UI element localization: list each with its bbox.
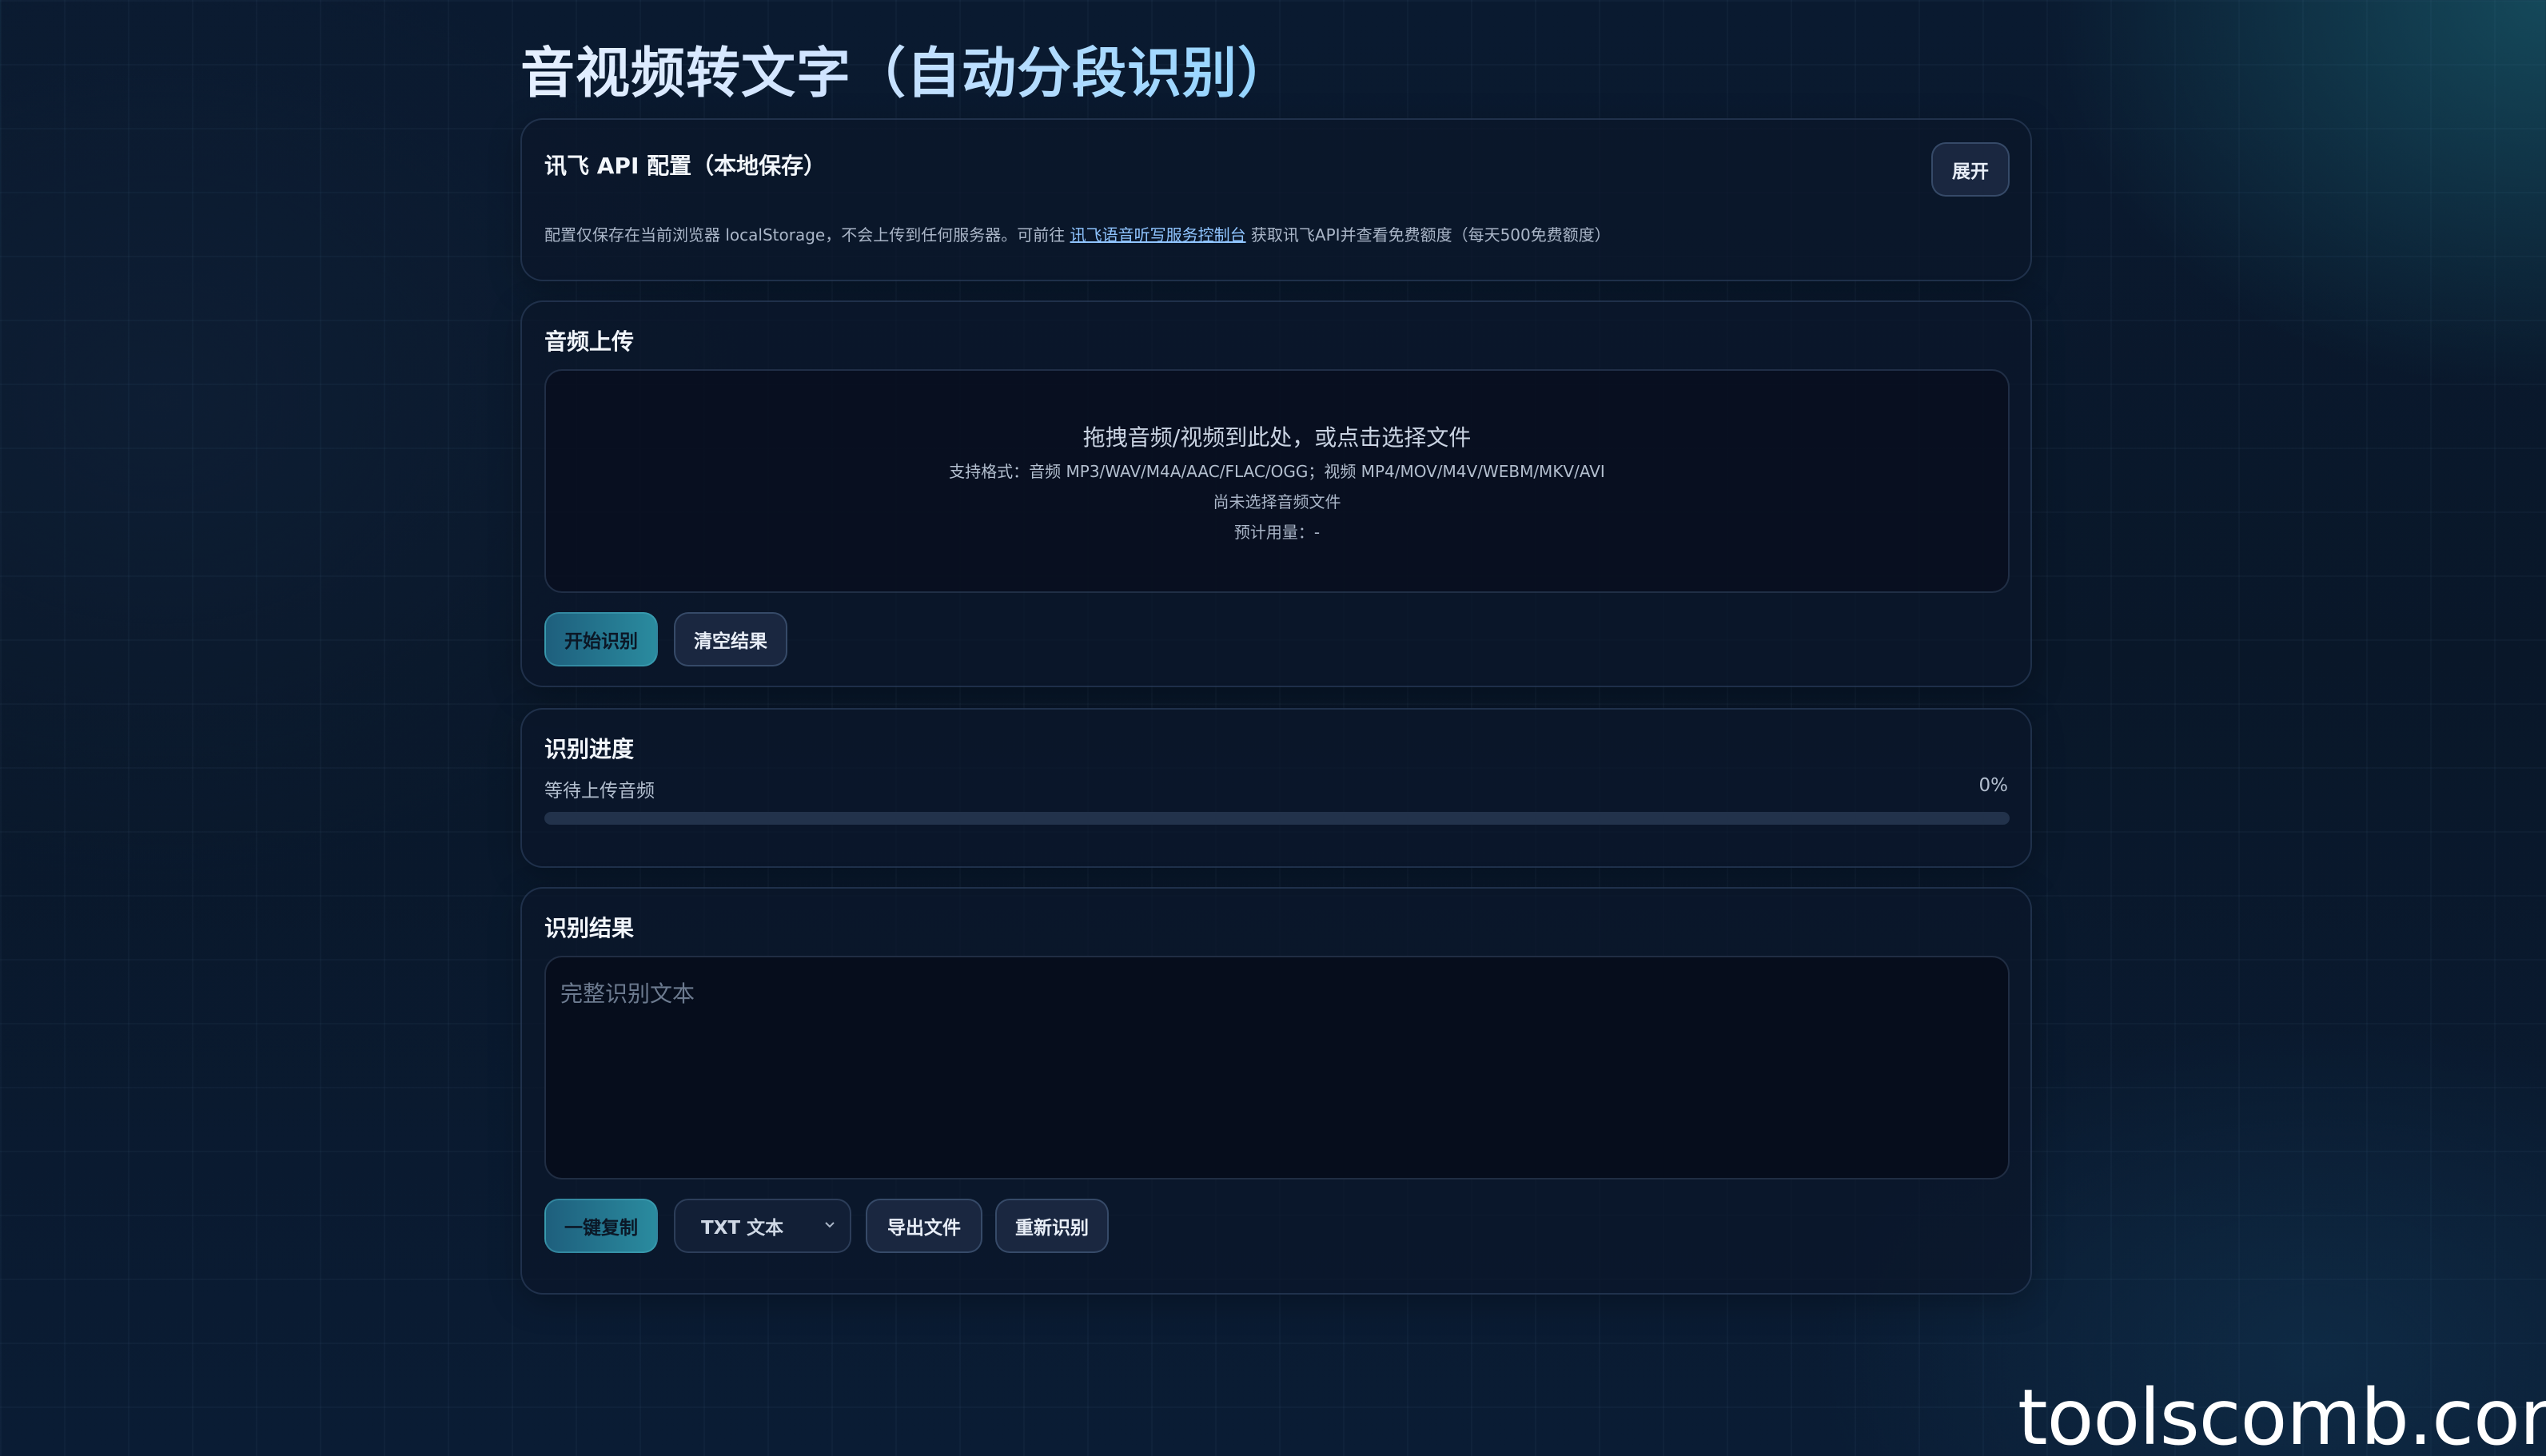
file-status: 尚未选择音频文件 <box>1213 492 1341 511</box>
copy-all-button[interactable]: 一键复制 <box>544 1199 658 1253</box>
upload-title: 音频上传 <box>544 328 635 355</box>
file-dropzone[interactable]: 拖拽音频/视频到此处，或点击选择文件 支持格式：音频 MP3/WAV/M4A/A… <box>544 369 2010 593</box>
expand-config-button[interactable]: 展开 <box>1931 142 2010 197</box>
export-file-button[interactable]: 导出文件 <box>866 1199 982 1253</box>
progress-card: 识别进度 等待上传音频 0% <box>520 708 2032 868</box>
config-note-tail: 获取讯飞API并查看免费额度（每天500免费额度） <box>1245 225 1611 245</box>
config-note-text: 配置仅保存在当前浏览器 localStorage，不会上传到任何服务器。可前往 <box>544 225 1070 245</box>
config-note: 配置仅保存在当前浏览器 localStorage，不会上传到任何服务器。可前往 … <box>544 222 1611 245</box>
clear-results-button[interactable]: 清空结果 <box>674 612 787 666</box>
supported-formats: 支持格式：音频 MP3/WAV/M4A/AAC/FLAC/OGG；视频 MP4/… <box>949 462 1605 481</box>
api-config-title: 讯飞 API 配置（本地保存） <box>544 153 827 179</box>
page-title: 音视频转文字（自动分段识别） <box>520 29 1293 108</box>
drop-hint: 拖拽音频/视频到此处，或点击选择文件 <box>1082 424 1472 451</box>
chevron-down-icon <box>825 1222 835 1228</box>
result-textarea[interactable] <box>544 956 2010 1180</box>
usage-estimate: 预计用量：- <box>1233 523 1321 542</box>
progress-title: 识别进度 <box>544 736 635 762</box>
start-recognition-button[interactable]: 开始识别 <box>544 612 658 666</box>
export-format-select[interactable]: TXT 文本 <box>674 1199 851 1253</box>
site-watermark: toolscomb.com <box>2018 1373 2546 1456</box>
export-format-value: TXT 文本 <box>701 1218 784 1239</box>
progress-bar <box>544 812 2010 825</box>
result-title: 识别结果 <box>544 915 635 941</box>
upload-card: 音频上传 拖拽音频/视频到此处，或点击选择文件 支持格式：音频 MP3/WAV/… <box>520 300 2032 687</box>
result-card: 识别结果 一键复制 TXT 文本 导出文件 重新识别 <box>520 887 2032 1295</box>
progress-status: 等待上传音频 <box>544 781 655 802</box>
api-config-card: 讯飞 API 配置（本地保存） 展开 配置仅保存在当前浏览器 localStor… <box>520 118 2032 281</box>
re-recognize-button[interactable]: 重新识别 <box>995 1199 1109 1253</box>
xfyun-console-link[interactable]: 讯飞语音听写服务控制台 <box>1070 225 1246 245</box>
progress-percent: 0% <box>1978 775 2009 796</box>
